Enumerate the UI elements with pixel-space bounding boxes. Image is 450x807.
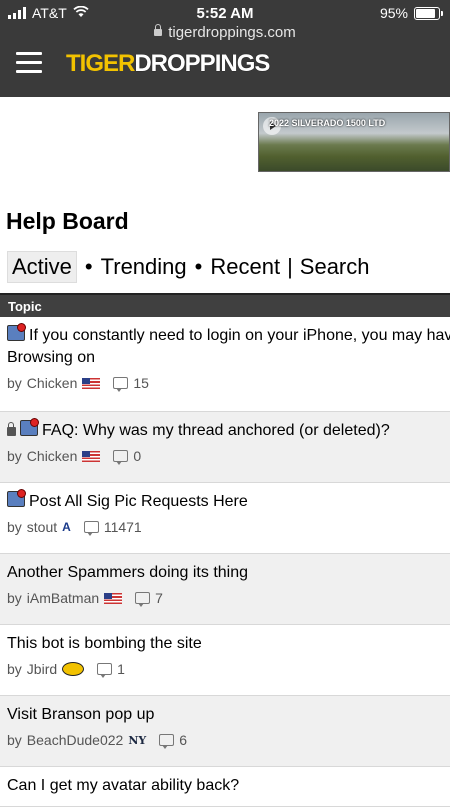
topic-title[interactable]: If you constantly need to login on your … xyxy=(7,327,450,366)
topic-title[interactable]: Post All Sig Pic Requests Here xyxy=(29,493,248,510)
topic-meta: by Jbird 1 xyxy=(7,661,443,678)
topic-author[interactable]: Chicken xyxy=(27,375,78,391)
page-title: Help Board xyxy=(6,208,129,234)
topic-title-row[interactable]: Post All Sig Pic Requests Here xyxy=(7,489,443,513)
reply-count: 0 xyxy=(133,448,142,464)
topic-title[interactable]: Can I get my avatar ability back? xyxy=(7,775,443,797)
topic-meta: by BeachDude022 NY 6 xyxy=(7,732,443,749)
reply-count: 11471 xyxy=(103,519,142,535)
topic-title[interactable]: This bot is bombing the site xyxy=(7,633,443,655)
topic-author[interactable]: Chicken xyxy=(27,448,78,464)
comment-icon xyxy=(83,521,99,536)
comment-icon xyxy=(97,663,113,678)
topic-row[interactable]: FAQ: Why was my thread anchored (or dele… xyxy=(0,412,450,483)
yankees-logo-icon: NY xyxy=(128,733,147,747)
reply-count: 1 xyxy=(117,661,125,677)
browser-top-bar: AT&T 5:52 AM 95% tigerdroppings.com TIGE… xyxy=(0,0,450,97)
pinned-icon xyxy=(20,418,39,436)
topic-title[interactable]: Another Spammers doing its thing xyxy=(7,562,443,584)
topic-row[interactable]: Post All Sig Pic Requests Here by stout … xyxy=(0,483,450,554)
topic-title[interactable]: Visit Branson pop up xyxy=(7,704,443,726)
topic-meta: by Chicken 15 xyxy=(7,375,443,392)
address-bar[interactable]: tigerdroppings.com xyxy=(0,24,450,41)
topic-meta: by iAmBatman 7 xyxy=(7,590,443,607)
pinned-icon xyxy=(7,323,26,341)
status-right: 95% xyxy=(379,5,443,21)
reply-count: 7 xyxy=(155,590,163,606)
reply-count: 6 xyxy=(179,732,188,748)
nav-dot-separator: • xyxy=(84,254,93,279)
comment-icon xyxy=(113,377,129,392)
hawkeye-logo-icon xyxy=(62,662,85,676)
topic-title[interactable]: FAQ: Why was my thread anchored (or dele… xyxy=(42,422,390,439)
us-flag-icon xyxy=(82,377,101,389)
by-label: by xyxy=(7,448,22,464)
by-label: by xyxy=(7,519,22,535)
nav-recent[interactable]: Recent xyxy=(210,254,280,280)
nav-dot-separator: • xyxy=(194,254,203,279)
topic-meta: by stout A 11471 xyxy=(7,519,443,536)
topic-title-row[interactable]: FAQ: Why was my thread anchored (or dele… xyxy=(7,418,443,442)
ad-label: 2022 SILVERADO 1500 LTD xyxy=(269,118,386,128)
comment-icon xyxy=(135,592,151,607)
by-label: by xyxy=(7,661,22,677)
comment-icon xyxy=(159,734,175,749)
topic-row[interactable]: This bot is bombing the site by Jbird 1 xyxy=(0,625,450,696)
us-flag-icon xyxy=(104,592,123,604)
topic-row[interactable]: Another Spammers doing its thing by iAmB… xyxy=(0,554,450,625)
topic-meta: by Chicken 0 xyxy=(7,448,443,465)
topic-row[interactable]: If you constantly need to login on your … xyxy=(0,317,450,412)
locked-icon xyxy=(7,422,16,436)
nav-trending[interactable]: Trending xyxy=(101,254,187,280)
topic-author[interactable]: iAmBatman xyxy=(27,590,99,606)
nav-active[interactable]: Active xyxy=(7,251,77,283)
topic-list: If you constantly need to login on your … xyxy=(0,317,450,807)
by-label: by xyxy=(7,590,22,606)
by-label: by xyxy=(7,375,22,391)
lock-icon xyxy=(154,24,163,36)
battery-icon xyxy=(414,6,443,20)
logo-tiger: TIGER xyxy=(66,50,135,77)
nav-search[interactable]: Search xyxy=(300,254,370,280)
team-logo-icon: A xyxy=(62,520,71,534)
topic-title-row[interactable]: If you constantly need to login on your … xyxy=(7,323,450,369)
by-label: by xyxy=(7,732,22,748)
site-logo[interactable]: TIGERDROPPINGS xyxy=(66,50,270,78)
pinned-icon xyxy=(7,489,26,507)
url-text: tigerdroppings.com xyxy=(168,24,296,41)
topic-row[interactable]: Can I get my avatar ability back? xyxy=(0,767,450,807)
comment-icon xyxy=(113,450,129,465)
nav-bar-separator: | xyxy=(287,254,293,279)
topic-column-header: Topic xyxy=(0,293,450,317)
battery-percent: 95% xyxy=(379,5,408,21)
us-flag-icon xyxy=(82,450,101,462)
topic-author[interactable]: Jbird xyxy=(27,661,57,677)
hamburger-menu-icon[interactable] xyxy=(16,52,42,74)
logo-droppings: DROPPINGS xyxy=(134,50,270,77)
topic-author[interactable]: stout xyxy=(27,519,57,535)
reply-count: 15 xyxy=(133,375,149,391)
topic-row[interactable]: Visit Branson pop up by BeachDude022 NY … xyxy=(0,696,450,767)
board-nav: Active • Trending • Recent | Search xyxy=(7,251,370,283)
status-bar: AT&T 5:52 AM 95% xyxy=(0,5,450,23)
advertisement-banner[interactable]: 2022 SILVERADO 1500 LTD xyxy=(258,112,450,172)
topic-author[interactable]: BeachDude022 xyxy=(27,732,124,748)
